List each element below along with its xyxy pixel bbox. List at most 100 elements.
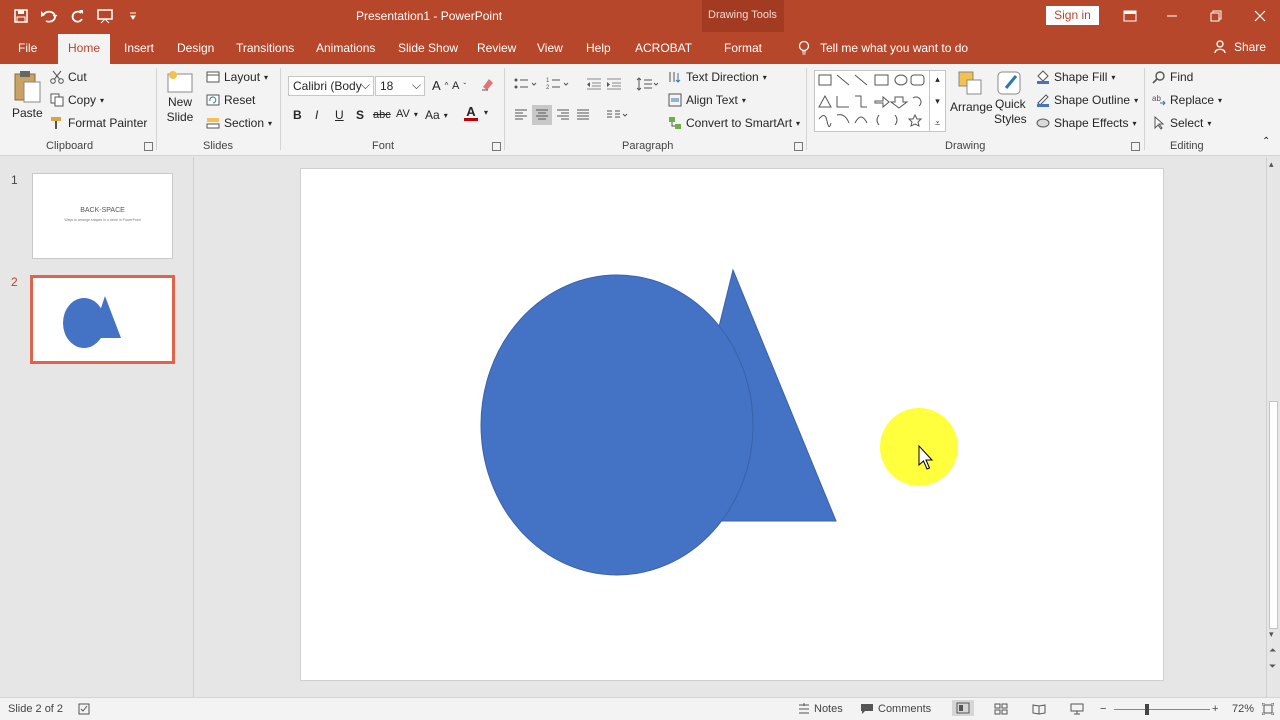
fit-slide-icon[interactable]	[1262, 703, 1274, 715]
comments-button[interactable]: Comments	[860, 703, 931, 715]
format-painter-button[interactable]: Format Painter	[50, 116, 147, 130]
find-button[interactable]: Find	[1152, 70, 1193, 84]
slide-thumbnail-1[interactable]: BACK-SPACE Ways to arrange shapes in a c…	[32, 173, 173, 259]
align-text-button[interactable]: Align Text ▾	[668, 93, 746, 107]
tab-view[interactable]: View	[537, 41, 563, 55]
ribbon-display-options-icon[interactable]	[1118, 6, 1142, 26]
slide-sorter-icon[interactable]	[994, 703, 1008, 715]
shape-outline-button[interactable]: Shape Outline ▾	[1036, 93, 1138, 107]
scroll-up-icon[interactable]: ▴	[1269, 159, 1274, 170]
tab-design[interactable]: Design	[177, 41, 214, 55]
convert-smartart-button[interactable]: Convert to SmartArt ▾	[668, 116, 800, 130]
reading-view-icon[interactable]	[1032, 703, 1046, 715]
slide-canvas[interactable]	[300, 168, 1164, 681]
tab-help[interactable]: Help	[586, 41, 611, 55]
circle-shape[interactable]	[480, 274, 754, 576]
shapes-gallery[interactable]	[814, 70, 946, 132]
tab-slide-show[interactable]: Slide Show	[398, 41, 458, 55]
font-color-button[interactable]: A	[464, 105, 478, 121]
clipboard-launcher-icon[interactable]	[144, 142, 153, 151]
previous-slide-icon[interactable]: ⏶	[1269, 645, 1276, 656]
font-launcher-icon[interactable]	[492, 142, 501, 151]
vertical-scrollbar[interactable]: ▴ ▾ ⏶ ⏷	[1266, 157, 1280, 697]
clear-formatting-icon[interactable]	[480, 77, 494, 91]
columns-icon[interactable]	[606, 109, 628, 121]
tab-home[interactable]: Home	[58, 34, 111, 64]
slide-show-icon[interactable]	[1070, 703, 1084, 715]
decrease-indent-icon[interactable]	[586, 77, 602, 91]
tab-transitions[interactable]: Transitions	[236, 41, 294, 55]
italic-button[interactable]: I	[315, 108, 318, 122]
align-right-icon[interactable]	[556, 109, 570, 121]
notes-button[interactable]: Notes	[798, 703, 843, 715]
section-button[interactable]: Section ▾	[206, 116, 272, 130]
tab-animations[interactable]: Animations	[316, 41, 375, 55]
strikethrough-button[interactable]: abc	[373, 109, 391, 121]
zoom-out-icon[interactable]: −	[1100, 703, 1106, 715]
new-slide-button[interactable]: New Slide	[166, 70, 194, 124]
font-size-combo[interactable]: 18 ⌵	[375, 76, 425, 96]
zoom-slider[interactable]	[1114, 704, 1210, 715]
numbering-icon[interactable]: 12	[546, 77, 570, 91]
replace-button[interactable]: ab Replace ▾	[1152, 93, 1222, 107]
copy-button[interactable]: Copy ▾	[50, 93, 104, 107]
more-icon[interactable]: ⩡	[935, 118, 940, 129]
arrange-button[interactable]: Arrange	[950, 70, 993, 114]
collapse-ribbon-icon[interactable]: ⌃	[1262, 136, 1270, 147]
chevron-up-icon[interactable]: ▴	[935, 74, 940, 85]
increase-indent-icon[interactable]	[606, 77, 622, 91]
line-spacing-icon[interactable]	[636, 77, 660, 91]
chevron-down-icon[interactable]: ▾	[935, 96, 940, 107]
paragraph-launcher-icon[interactable]	[794, 142, 803, 151]
change-case-button[interactable]: Aa ▾	[425, 108, 448, 122]
slide-thumbnail-2[interactable]	[30, 275, 175, 364]
customize-qat-icon[interactable]	[122, 6, 144, 26]
tab-format[interactable]: Format	[724, 41, 762, 55]
bold-button[interactable]: B	[293, 108, 302, 122]
select-button[interactable]: Select ▾	[1152, 116, 1211, 130]
character-spacing-button[interactable]: AV ▾	[396, 108, 418, 120]
next-slide-icon[interactable]: ⏷	[1269, 661, 1276, 672]
layout-button[interactable]: Layout ▾	[206, 70, 268, 84]
text-direction-button[interactable]: Text Direction ▾	[668, 70, 767, 84]
quick-styles-button[interactable]: Quick Styles	[994, 70, 1027, 126]
normal-view-icon[interactable]	[952, 700, 974, 716]
font-name-combo[interactable]: Calibri (Body ⌵	[288, 76, 374, 96]
decrease-font-size-icon[interactable]: Aˇ	[452, 80, 466, 92]
sign-in-button[interactable]: Sign in	[1046, 6, 1099, 25]
tab-review[interactable]: Review	[477, 41, 516, 55]
align-center-icon[interactable]	[532, 105, 552, 125]
scroll-down-icon[interactable]: ▾	[1269, 629, 1274, 640]
bullets-icon[interactable]	[514, 77, 538, 91]
tell-me-search[interactable]: Tell me what you want to do	[798, 40, 968, 56]
zoom-level[interactable]: 72%	[1232, 703, 1254, 715]
paste-button[interactable]: Paste	[12, 70, 43, 120]
scroll-thumb[interactable]	[1269, 401, 1278, 629]
redo-icon[interactable]	[66, 6, 88, 26]
share-button[interactable]: Share	[1214, 40, 1266, 54]
tab-insert[interactable]: Insert	[124, 41, 154, 55]
close-icon[interactable]	[1248, 6, 1272, 26]
tab-acrobat[interactable]: ACROBAT	[635, 41, 692, 55]
drawing-launcher-icon[interactable]	[1131, 142, 1140, 151]
zoom-slider-thumb[interactable]	[1145, 704, 1149, 715]
reset-button[interactable]: Reset	[206, 93, 255, 107]
chevron-down-icon[interactable]: ▾	[484, 108, 488, 117]
undo-icon[interactable]	[38, 6, 60, 26]
start-from-beginning-icon[interactable]	[94, 6, 116, 26]
text-shadow-button[interactable]: S	[356, 108, 364, 122]
minimize-icon[interactable]	[1160, 6, 1184, 26]
save-icon[interactable]	[10, 6, 32, 26]
cut-button[interactable]: Cut	[50, 70, 87, 84]
shape-fill-button[interactable]: Shape Fill ▾	[1036, 70, 1115, 84]
tab-file[interactable]: File	[18, 41, 37, 55]
shapes-gallery-scroll[interactable]: ▴ ▾ ⩡	[929, 70, 945, 132]
shape-effects-button[interactable]: Shape Effects ▾	[1036, 116, 1137, 130]
spell-check-icon[interactable]	[78, 703, 92, 715]
underline-button[interactable]: U	[335, 108, 344, 122]
align-left-icon[interactable]	[514, 109, 528, 121]
justify-icon[interactable]	[576, 109, 590, 121]
increase-font-size-icon[interactable]: A ^	[432, 78, 448, 93]
restore-icon[interactable]	[1204, 6, 1228, 26]
zoom-in-icon[interactable]: +	[1212, 703, 1218, 715]
